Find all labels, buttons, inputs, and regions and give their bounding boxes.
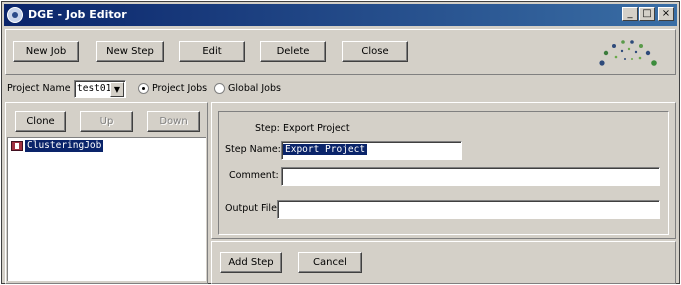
project-name-combo[interactable]: test01 ▼ xyxy=(74,80,126,98)
window-controls: _ □ × xyxy=(621,7,674,21)
project-jobs-label: Project Jobs xyxy=(152,83,208,94)
app-icon xyxy=(7,7,23,23)
cancel-button[interactable]: Cancel xyxy=(298,252,362,273)
step-name-label: Step Name: xyxy=(225,144,281,155)
close-button[interactable]: Close xyxy=(342,41,408,62)
step-form-group: Step: Export Project Step Name: Export P… xyxy=(218,111,669,235)
step-name-value: Export Project xyxy=(283,144,368,155)
add-step-button[interactable]: Add Step xyxy=(220,252,282,273)
tree-item-label: ClusteringJob xyxy=(25,140,104,152)
comment-label: Comment: xyxy=(229,170,279,181)
project-name-label: Project Name xyxy=(7,83,71,94)
clone-button[interactable]: Clone xyxy=(15,111,66,132)
maximize-button[interactable]: □ xyxy=(639,7,655,21)
project-name-value: test01 xyxy=(77,83,112,94)
comment-field[interactable] xyxy=(281,167,660,186)
window-title: DGE - Job Editor xyxy=(28,8,127,21)
title-bar[interactable]: DGE - Job Editor _ □ × xyxy=(4,4,677,26)
step-label: Step: xyxy=(255,123,280,134)
chevron-down-icon[interactable]: ▼ xyxy=(110,82,124,97)
up-button[interactable]: Up xyxy=(80,111,133,132)
project-jobs-radio[interactable] xyxy=(138,83,149,94)
toolbar-panel: New Job New Step Edit Delete Close xyxy=(5,29,676,75)
delete-button[interactable]: Delete xyxy=(260,41,326,62)
minimize-button[interactable]: _ xyxy=(622,7,638,21)
dge-logo-icon xyxy=(599,40,657,66)
close-window-button[interactable]: × xyxy=(658,7,674,21)
down-button[interactable]: Down xyxy=(147,111,200,132)
global-jobs-radio[interactable] xyxy=(214,83,225,94)
step-value: Export Project xyxy=(283,123,350,134)
new-step-button[interactable]: New Step xyxy=(96,41,164,62)
job-tree[interactable]: ClusteringJob xyxy=(7,137,206,281)
job-icon xyxy=(11,141,23,151)
new-job-button[interactable]: New Job xyxy=(13,41,79,62)
output-file-field[interactable] xyxy=(277,200,660,219)
action-panel: Add Step Cancel xyxy=(211,241,676,284)
global-jobs-label: Global Jobs xyxy=(228,83,281,94)
job-editor-window: DGE - Job Editor _ □ × New Job New Step … xyxy=(1,1,680,284)
job-list-panel: Clone Up Down ClusteringJob xyxy=(5,102,208,284)
output-file-label: Output File: xyxy=(225,203,281,214)
step-form-panel: Step: Export Project Step Name: Export P… xyxy=(211,102,676,239)
step-name-field[interactable]: Export Project xyxy=(281,141,462,160)
edit-button[interactable]: Edit xyxy=(179,41,245,62)
tree-item-clusteringjob[interactable]: ClusteringJob xyxy=(8,138,128,154)
